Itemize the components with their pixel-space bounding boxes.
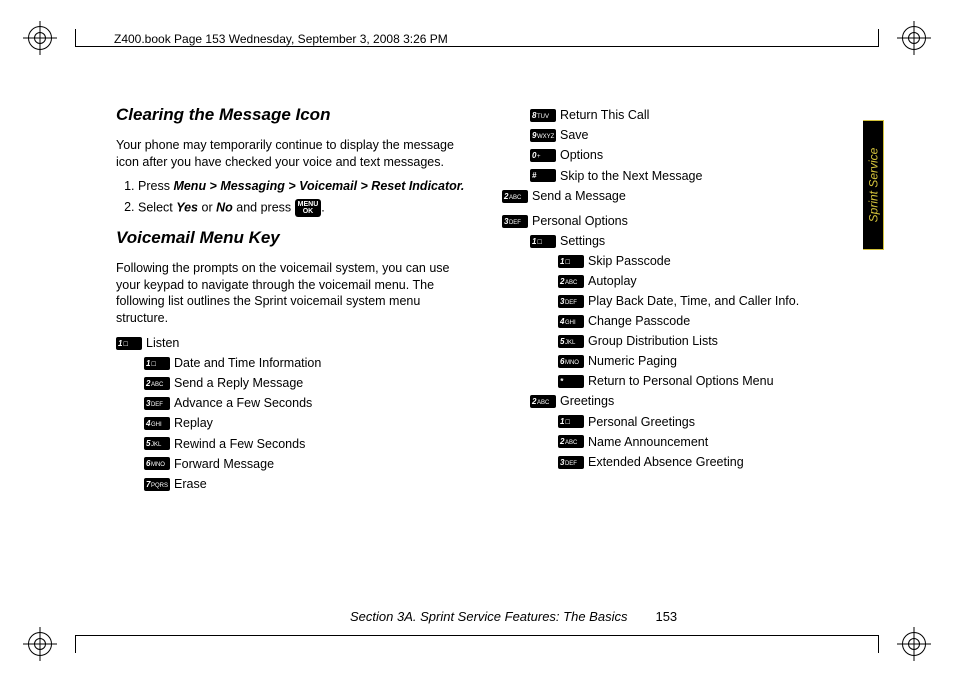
tick-mark xyxy=(75,29,76,47)
step-2: Select Yes or No and press MENUOK. xyxy=(138,199,468,217)
key-2-icon: 2ABC xyxy=(558,275,584,288)
key-6-icon: 6MNO xyxy=(558,355,584,368)
steps-list: Press Menu > Messaging > Voicemail > Res… xyxy=(116,178,468,217)
paragraph: Your phone may temporarily continue to d… xyxy=(116,137,468,171)
key-4-icon: 4GHI xyxy=(144,417,170,430)
top-rule xyxy=(75,46,879,47)
page-footer: Section 3A. Sprint Service Features: The… xyxy=(350,609,677,624)
key-6-icon: 6MNO xyxy=(144,457,170,470)
content-area: Clearing the Message Icon Your phone may… xyxy=(116,104,854,588)
key-1-icon: 1☐ xyxy=(144,357,170,370)
page-number: 153 xyxy=(655,609,677,624)
crop-mark-icon xyxy=(28,26,52,50)
key-3-icon: 3DEF xyxy=(144,397,170,410)
key-3-icon: 3DEF xyxy=(558,456,584,469)
running-header: Z400.book Page 153 Wednesday, September … xyxy=(114,32,448,46)
menu-ok-key-icon: MENUOK xyxy=(295,199,322,217)
key-3-icon: 3DEF xyxy=(558,295,584,308)
crop-mark-icon xyxy=(902,26,926,50)
crop-mark-icon xyxy=(28,632,52,656)
side-tab-label: Sprint Service xyxy=(866,148,880,223)
tick-mark xyxy=(878,29,879,47)
key-hash-icon: # xyxy=(530,169,556,182)
tick-mark xyxy=(878,635,879,653)
heading-voicemail-menu: Voicemail Menu Key xyxy=(116,227,468,250)
key-1-icon: 1☐ xyxy=(558,255,584,268)
key-8-icon: 8TUV xyxy=(530,109,556,122)
menu-tree-right: 8TUVReturn This Call 9WXYZSave 0+Options… xyxy=(502,107,854,470)
menu-tree-listen: 1☐Listen 1☐Date and Time Information 2AB… xyxy=(116,335,468,493)
key-1-icon: 1☐ xyxy=(116,337,142,350)
crop-mark-icon xyxy=(902,632,926,656)
left-column: Clearing the Message Icon Your phone may… xyxy=(116,104,468,588)
key-3-icon: 3DEF xyxy=(502,215,528,228)
key-2-icon: 2ABC xyxy=(502,190,528,203)
tick-mark xyxy=(75,635,76,653)
side-tab: Sprint Service xyxy=(863,120,884,250)
key-2-icon: 2ABC xyxy=(558,435,584,448)
key-4-icon: 4GHI xyxy=(558,315,584,328)
step-1: Press Menu > Messaging > Voicemail > Res… xyxy=(138,178,468,195)
bottom-rule xyxy=(75,635,879,636)
key-2-icon: 2ABC xyxy=(144,377,170,390)
heading-clearing: Clearing the Message Icon xyxy=(116,104,468,127)
key-7-icon: 7PQRS xyxy=(144,478,170,491)
key-5-icon: 5JKL xyxy=(144,437,170,450)
key-9-icon: 9WXYZ xyxy=(530,129,556,142)
key-0-icon: 0+ xyxy=(530,149,556,162)
paragraph: Following the prompts on the voicemail s… xyxy=(116,260,468,327)
key-star-icon: * xyxy=(558,375,584,388)
footer-section: Section 3A. Sprint Service Features: The… xyxy=(350,609,627,624)
page: Z400.book Page 153 Wednesday, September … xyxy=(0,0,954,682)
key-5-icon: 5JKL xyxy=(558,335,584,348)
right-column: 8TUVReturn This Call 9WXYZSave 0+Options… xyxy=(502,104,854,588)
key-2-icon: 2ABC xyxy=(530,395,556,408)
key-1-icon: 1☐ xyxy=(558,415,584,428)
key-1-icon: 1☐ xyxy=(530,235,556,248)
